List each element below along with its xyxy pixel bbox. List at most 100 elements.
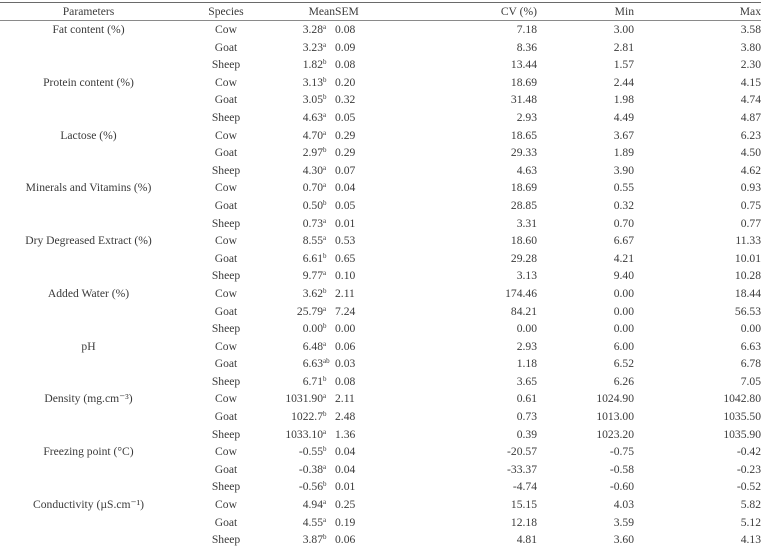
species-cell: Cow xyxy=(215,234,237,248)
mean-value: 1033.10 xyxy=(285,427,323,441)
significance-letter: a xyxy=(323,462,327,471)
max-cell: 3.58 xyxy=(740,23,761,36)
max-cell: 5.82 xyxy=(740,498,761,512)
max-cell: 0.77 xyxy=(740,216,761,230)
sem-cell: 0.04 xyxy=(335,181,356,195)
parameter-cell: Fat content (%) xyxy=(52,23,125,36)
significance-letter: a xyxy=(323,234,327,243)
parameter-cell xyxy=(0,162,177,180)
parameter-cell xyxy=(0,250,177,268)
max-cell: 4.74 xyxy=(740,93,761,107)
mean-cell: 0.70a xyxy=(275,179,335,197)
sem-cell: 0.08 xyxy=(335,23,356,36)
parameter-cell: Lactose (%) xyxy=(60,128,117,142)
significance-letter: b xyxy=(323,286,327,295)
significance-letter: b xyxy=(323,374,327,383)
significance-letter: b xyxy=(323,93,327,102)
sem-cell: 0.32 xyxy=(335,93,356,107)
mean-value: 6.63 xyxy=(302,357,323,371)
significance-letter: a xyxy=(323,23,327,31)
mean-value: -0.56 xyxy=(298,480,323,494)
parameter-cell: Conductivity (µS.cm⁻¹) xyxy=(33,498,144,512)
species-cell: Cow xyxy=(215,498,237,512)
mean-cell: 1022.7b xyxy=(275,408,335,426)
max-cell: 6.78 xyxy=(740,357,761,371)
max-cell: 0.75 xyxy=(740,198,761,212)
cv-cell: 2.93 xyxy=(516,110,537,124)
mean-value: 3.05 xyxy=(302,93,323,107)
species-cell: Sheep xyxy=(211,269,241,283)
sem-cell: 0.05 xyxy=(335,198,356,212)
cv-cell: 8.36 xyxy=(516,40,537,54)
min-cell: 1.98 xyxy=(613,93,634,107)
table-row: Density (mg.cm⁻³) Cow 1031.90a 2.11 0.61 1024… xyxy=(0,390,761,408)
min-cell: -0.75 xyxy=(609,445,634,459)
table-row: Freezing point (°C) Cow -0.55b 0.04 -20.57 -0… xyxy=(0,443,761,461)
parameter-cell: Freezing point (°C) xyxy=(43,445,134,459)
parameter-cell xyxy=(0,426,177,444)
sem-cell: 0.29 xyxy=(335,128,356,142)
mean-value: 0.73 xyxy=(302,216,323,230)
table-row: Protein content (%) Cow 3.13b 0.20 18.69 2.44… xyxy=(0,74,761,92)
cv-cell: 84.21 xyxy=(510,304,537,318)
max-cell: 0.00 xyxy=(740,322,761,336)
cv-cell: 3.65 xyxy=(516,374,537,388)
max-cell: 1042.80 xyxy=(723,392,761,406)
species-cell: Goat xyxy=(214,198,238,212)
species-cell: Sheep xyxy=(211,58,241,72)
header-parameters: Parameters xyxy=(0,2,177,21)
min-cell: 0.00 xyxy=(613,304,634,318)
min-cell: -0.58 xyxy=(609,462,634,476)
milk-parameters-table: Parameters Species Mean SEM CV (%) Min M… xyxy=(0,2,761,549)
max-cell: 0.93 xyxy=(740,181,761,195)
min-cell: 1013.00 xyxy=(596,410,634,424)
species-cell: Cow xyxy=(215,23,237,36)
sem-cell: 0.65 xyxy=(335,251,356,265)
parameter-cell xyxy=(0,478,177,496)
sem-cell: 2.11 xyxy=(335,286,355,300)
mean-value: 2.97 xyxy=(302,146,323,160)
table-row: pH Cow 6.48a 0.06 2.93 6.00 6.63 xyxy=(0,338,761,356)
species-cell: Goat xyxy=(214,251,238,265)
significance-letter: b xyxy=(323,410,327,419)
table-row: Sheep 6.71b 0.08 3.65 6.26 7.05 xyxy=(0,373,761,391)
max-cell: 11.33 xyxy=(735,234,761,248)
max-cell: 3.80 xyxy=(740,40,761,54)
min-cell: 1024.90 xyxy=(596,392,634,406)
table-row: Goat 4.55a 0.19 12.18 3.59 5.12 xyxy=(0,514,761,532)
significance-letter: b xyxy=(323,533,327,542)
min-cell: 1023.20 xyxy=(596,427,634,441)
mean-cell: 2.97b xyxy=(275,144,335,162)
cv-cell: 0.73 xyxy=(516,410,537,424)
significance-letter: b xyxy=(323,75,327,84)
mean-cell: 3.28a xyxy=(275,21,335,39)
min-cell: 0.32 xyxy=(613,198,634,212)
parameter-cell: Added Water (%) xyxy=(47,286,130,300)
mean-value: 8.55 xyxy=(302,234,323,248)
mean-cell: 9.77a xyxy=(275,267,335,285)
species-cell: Goat xyxy=(214,146,238,160)
mean-cell: -0.55b xyxy=(275,443,335,461)
header-mean: Mean xyxy=(275,2,335,21)
mean-cell: 3.87b xyxy=(275,531,335,549)
min-cell: 9.40 xyxy=(613,269,634,283)
sem-cell: 0.06 xyxy=(335,533,356,547)
table-row: Goat 2.97b 0.29 29.33 1.89 4.50 xyxy=(0,144,761,162)
sem-cell: 0.25 xyxy=(335,498,356,512)
mean-cell: 8.55a xyxy=(275,232,335,250)
species-cell: Goat xyxy=(214,515,238,529)
sem-cell: 0.07 xyxy=(335,163,356,177)
species-cell: Sheep xyxy=(211,374,241,388)
cv-cell: 4.63 xyxy=(516,163,537,177)
sem-cell: 0.04 xyxy=(335,445,356,459)
header-species: Species xyxy=(177,2,275,21)
table-row: Sheep 0.00b 0.00 0.00 0.00 0.00 xyxy=(0,320,761,338)
mean-cell: -0.56b xyxy=(275,478,335,496)
mean-cell: 6.63ab xyxy=(275,355,335,373)
parameter-cell xyxy=(0,197,177,215)
mean-value: 3.23 xyxy=(302,40,323,54)
max-cell: 4.62 xyxy=(740,163,761,177)
mean-cell: 6.48a xyxy=(275,338,335,356)
cv-cell: 31.48 xyxy=(510,93,537,107)
header-max: Max xyxy=(634,2,761,21)
